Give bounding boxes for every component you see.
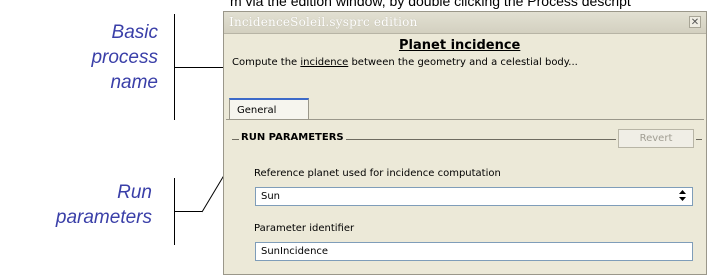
identifier-input[interactable]: SunIncidence [255,242,693,261]
run-parameters-label: RUN PARAMETERS [241,132,344,143]
tab-panel-border [226,119,704,120]
annotation-line-1: Basic [111,22,158,43]
identifier-field-label: Parameter identifier [254,223,355,234]
incidence-link[interactable]: incidence [300,57,348,68]
annotation-line-1: Run [117,182,152,203]
annotation-run-parameters: Run parameters [2,180,152,230]
close-icon[interactable]: ✕ [689,16,701,28]
description-prefix: Compute the [232,57,301,68]
revert-button[interactable]: Revert [618,129,694,148]
annotation-line-2: parameters [55,207,152,228]
window-titlebar[interactable]: IncidenceSoleil.sysprc edition ✕ [224,12,706,34]
group-line-left [232,139,239,140]
updown-arrow-icon[interactable] [676,189,689,204]
bracket-run-horizontal [174,211,202,212]
description-suffix: between the geometry and a celestial bod… [348,57,578,68]
edition-window: IncidenceSoleil.sysprc edition ✕ Planet … [223,11,707,275]
planet-select-value: Sun [261,191,281,202]
annotation-line-2: process [91,47,158,68]
tab-general[interactable]: General [229,98,309,120]
planet-field-label: Reference planet used for incidence comp… [254,168,501,179]
window-title: IncidenceSoleil.sysprc edition [229,15,418,29]
group-line-right [696,139,702,140]
process-description: Compute the incidence between the geomet… [232,57,578,68]
planet-select[interactable]: Sun [255,187,693,206]
top-caption: m via the edition window, by double clic… [230,0,631,9]
annotation-basic-process-name: Basic process name [60,20,158,95]
annotation-line-3: name [110,72,158,93]
group-line-middle [346,139,616,140]
process-title: Planet incidence [399,38,521,53]
